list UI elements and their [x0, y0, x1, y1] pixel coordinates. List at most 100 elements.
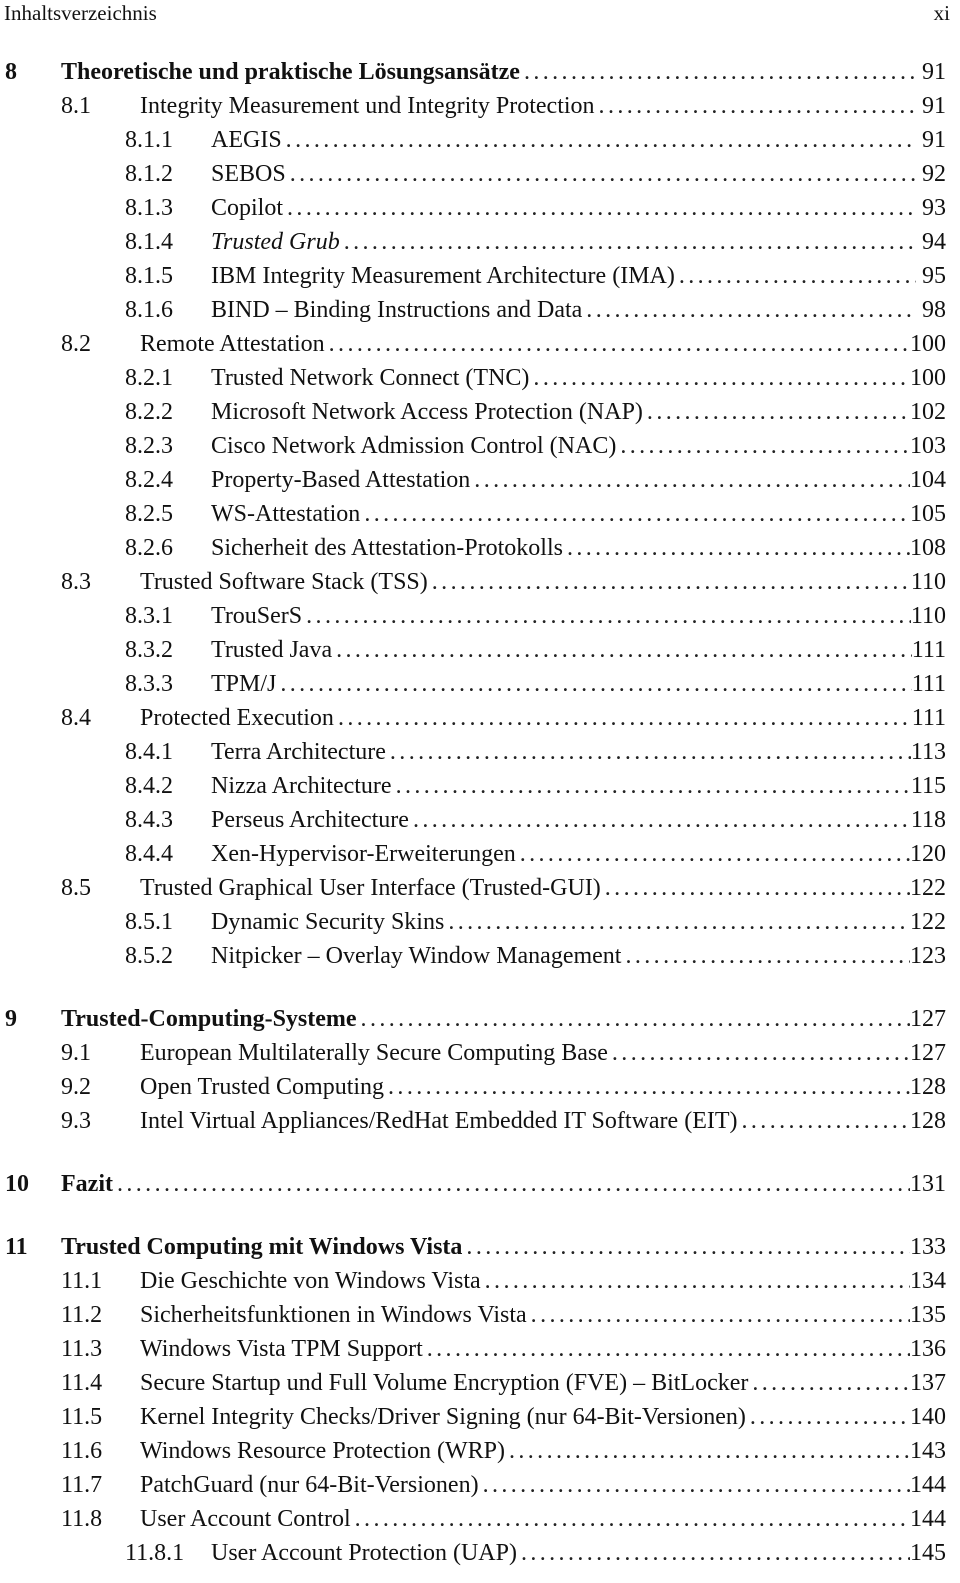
toc-entry-number: 11.1: [61, 1267, 103, 1294]
toc-section-entry[interactable]: 11.7 PatchGuard (nur 64-Bit-Versionen)...…: [0, 1468, 946, 1502]
toc-entry-title: Fazit: [61, 1170, 113, 1197]
toc-section-entry[interactable]: 11.5 Kernel Integrity Checks/Driver Signi…: [0, 1400, 946, 1434]
toc-entry-page-number: 122: [910, 874, 946, 901]
toc-subsection-entry[interactable]: 8.2.6 Sicherheit des Attestation-Protokol…: [0, 531, 946, 565]
toc-section-entry[interactable]: 8.5 Trusted Graphical User Interface (Tru…: [0, 871, 946, 905]
toc-entry-title: Cisco Network Admission Control (NAC): [211, 432, 617, 459]
toc-section-entry[interactable]: 11.1 Die Geschichte von Windows Vista....…: [0, 1264, 946, 1298]
toc-entry-body: IBM Integrity Measurement Architecture (…: [211, 263, 946, 290]
toc-section-entry[interactable]: 11.8 User Account Control................…: [0, 1502, 946, 1536]
toc-subsection-entry[interactable]: 8.3.1 TrouSerS...........................…: [0, 599, 946, 633]
dot-leader: ........................................…: [364, 500, 910, 527]
toc-subsection-entry[interactable]: 11.8.1 User Account Protection (UAP).....…: [0, 1536, 946, 1570]
toc-entry-page-number: 91: [922, 58, 946, 85]
toc-entry-number: 8.3.3: [125, 670, 173, 697]
toc-subsection-entry[interactable]: 8.2.3 Cisco Network Admission Control (NA…: [0, 429, 946, 463]
toc-entry-body: AEGIS...................................…: [211, 127, 946, 154]
dot-leader: ........................................…: [285, 126, 916, 153]
toc-section-entry[interactable]: 11.4 Secure Startup und Full Volume Encry…: [0, 1366, 946, 1400]
toc-subsection-entry[interactable]: 8.4.3 Perseus Architecture...............…: [0, 803, 946, 837]
toc-entry-title: Kernel Integrity Checks/Driver Signing (…: [140, 1403, 746, 1430]
toc-entry-number: 11.5: [61, 1403, 103, 1430]
dot-leader: ........................................…: [519, 840, 910, 867]
toc-chapter-entry[interactable]: 10 Fazit.................................…: [0, 1167, 946, 1201]
dot-leader: ........................................…: [611, 1039, 910, 1066]
toc-entry-title: Trusted-Computing-Systeme: [61, 1005, 357, 1032]
toc-entry-number: 11.3: [61, 1335, 103, 1362]
toc-entry-number: 10: [5, 1170, 29, 1197]
dot-leader: ........................................…: [337, 704, 912, 731]
toc-entry-title: Open Trusted Computing: [140, 1073, 385, 1100]
toc-subsection-entry[interactable]: 8.1.1 AEGIS..............................…: [0, 123, 946, 157]
toc-entry-title: Nizza Architecture: [211, 772, 392, 799]
toc-entry-number: 8.4.3: [125, 806, 173, 833]
toc-entry-body: European Multilaterally Secure Computing…: [140, 1040, 946, 1067]
toc-entry-body: Nitpicker – Overlay Window Management...…: [211, 943, 946, 970]
toc-subsection-entry[interactable]: 8.5.2 Nitpicker – Overlay Window Manageme…: [0, 939, 946, 973]
toc-entry-title: WS-Attestation: [211, 500, 361, 527]
toc-entry-number: 11.2: [61, 1301, 103, 1328]
toc-entry-page-number: 144: [910, 1471, 946, 1498]
toc-chapter-entry[interactable]: 9 Trusted-Computing-Systeme..............…: [0, 1002, 946, 1036]
toc-subsection-entry[interactable]: 8.2.1 Trusted Network Connect (TNC)......…: [0, 361, 946, 395]
toc-subsection-entry[interactable]: 8.5.1 Dynamic Security Skins.............…: [0, 905, 946, 939]
toc-entry-body: Property-Based Attestation..............…: [211, 467, 946, 494]
toc-entry-page-number: 123: [910, 942, 946, 969]
dot-leader: ........................................…: [116, 1170, 910, 1197]
toc-section-entry[interactable]: 11.3 Windows Vista TPM Support...........…: [0, 1332, 946, 1366]
toc-section-entry[interactable]: 8.4 Protected Execution..................…: [0, 701, 946, 735]
toc-section-entry[interactable]: 8.2 Remote Attestation...................…: [0, 327, 946, 361]
dot-leader: ........................................…: [620, 432, 910, 459]
toc-entry-page-number: 111: [911, 670, 946, 697]
toc-entry-title: Dynamic Security Skins: [211, 908, 445, 935]
toc-subsection-entry[interactable]: 8.2.4 Property-Based Attestation.........…: [0, 463, 946, 497]
dot-leader: ........................................…: [598, 92, 916, 119]
toc-subsection-entry[interactable]: 8.2.5 WS-Attestation.....................…: [0, 497, 946, 531]
toc-entry-number: 11: [5, 1233, 28, 1260]
toc-subsection-entry[interactable]: 8.1.5 IBM Integrity Measurement Architect…: [0, 259, 946, 293]
toc-entry-body: Theoretische und praktische Lösungsansät…: [61, 59, 946, 86]
toc-entry-number: 8.5.2: [125, 942, 173, 969]
toc-entry-title: Windows Resource Protection (WRP): [140, 1437, 505, 1464]
toc-subsection-entry[interactable]: 8.1.3 Copilot............................…: [0, 191, 946, 225]
dot-leader: ........................................…: [586, 296, 916, 323]
toc-section-entry[interactable]: 8.3 Trusted Software Stack (TSS).........…: [0, 565, 946, 599]
toc-section-entry[interactable]: 9.1 European Multilaterally Secure Comput…: [0, 1036, 946, 1070]
toc-entry-number: 8.2.4: [125, 466, 173, 493]
toc-entry-title: Sicherheitsfunktionen in Windows Vista: [140, 1301, 527, 1328]
toc-section-entry[interactable]: 9.2 Open Trusted Computing...............…: [0, 1070, 946, 1104]
toc-entry-page-number: 133: [910, 1233, 946, 1260]
toc-section-entry[interactable]: 8.1 Integrity Measurement und Integrity P…: [0, 89, 946, 123]
toc-entry-page-number: 140: [910, 1403, 946, 1430]
toc-subsection-entry[interactable]: 8.2.2 Microsoft Network Access Protection…: [0, 395, 946, 429]
toc-chapter-entry[interactable]: 11 Trusted Computing mit Windows Vista...…: [0, 1230, 946, 1264]
toc-entry-number: 8.4: [61, 704, 91, 731]
toc-entry-number: 8: [5, 58, 17, 85]
toc-entry-body: TPM/J...................................…: [211, 671, 946, 698]
toc-entry-title: User Account Protection (UAP): [211, 1539, 517, 1566]
toc-entry-number: 8.4.4: [125, 840, 173, 867]
toc-entry-page-number: 120: [910, 840, 946, 867]
toc-subsection-entry[interactable]: 8.1.2 SEBOS..............................…: [0, 157, 946, 191]
toc-subsection-entry[interactable]: 8.1.6 BIND – Binding Instructions and Dat…: [0, 293, 946, 327]
toc-subsection-entry[interactable]: 8.4.4 Xen-Hypervisor-Erweiterungen.......…: [0, 837, 946, 871]
toc-chapter-entry[interactable]: 8 Theoretische und praktische Lösungsansä…: [0, 55, 946, 89]
toc-subsection-entry[interactable]: 8.4.1 Terra Architecture.................…: [0, 735, 946, 769]
dot-leader: ........................................…: [289, 160, 916, 187]
toc-subsection-entry[interactable]: 8.3.2 Trusted Java.......................…: [0, 633, 946, 667]
toc-entry-page-number: 137: [910, 1369, 946, 1396]
toc-entry-title: Theoretische und praktische Lösungsansät…: [61, 58, 520, 85]
toc-subsection-entry[interactable]: 8.4.2 Nizza Architecture.................…: [0, 769, 946, 803]
toc-subsection-entry[interactable]: 8.3.3 TPM/J..............................…: [0, 667, 946, 701]
toc-entry-number: 8.1: [61, 92, 91, 119]
toc-section-entry[interactable]: 11.2 Sicherheitsfunktionen in Windows Vis…: [0, 1298, 946, 1332]
toc-subsection-entry[interactable]: 8.1.4 Trusted Grub.......................…: [0, 225, 946, 259]
toc-entry-title: Nitpicker – Overlay Window Management: [211, 942, 622, 969]
dot-leader: ........................................…: [466, 1233, 910, 1260]
toc-section-entry[interactable]: 9.3 Intel Virtual Appliances/RedHat Embed…: [0, 1104, 946, 1138]
toc-entry-page-number: 145: [910, 1539, 946, 1566]
dot-leader: ........................................…: [328, 330, 910, 357]
toc-entry-body: User Account Protection (UAP)...........…: [211, 1540, 946, 1567]
toc-section-entry[interactable]: 11.6 Windows Resource Protection (WRP)...…: [0, 1434, 946, 1468]
running-head: Inhaltsverzeichnis xi: [4, 0, 950, 26]
